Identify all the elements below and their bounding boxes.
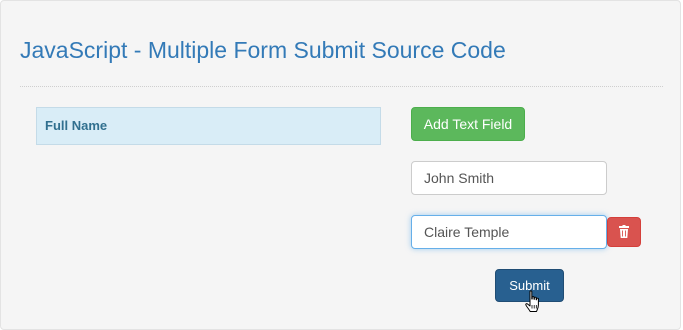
delete-field-button[interactable]: [607, 217, 641, 247]
name-field-2[interactable]: [411, 215, 607, 249]
names-table: Full Name: [36, 107, 381, 145]
form-panel: JavaScript - Multiple Form Submit Source…: [0, 0, 681, 330]
add-text-field-button[interactable]: Add Text Field: [411, 107, 525, 141]
page-title: JavaScript - Multiple Form Submit Source…: [20, 37, 506, 63]
hand-pointer-cursor-icon: [525, 290, 539, 312]
trash-icon: [619, 225, 629, 238]
full-name-column-header: Full Name: [45, 118, 108, 133]
divider: [20, 86, 663, 87]
name-field-1[interactable]: [411, 161, 607, 195]
